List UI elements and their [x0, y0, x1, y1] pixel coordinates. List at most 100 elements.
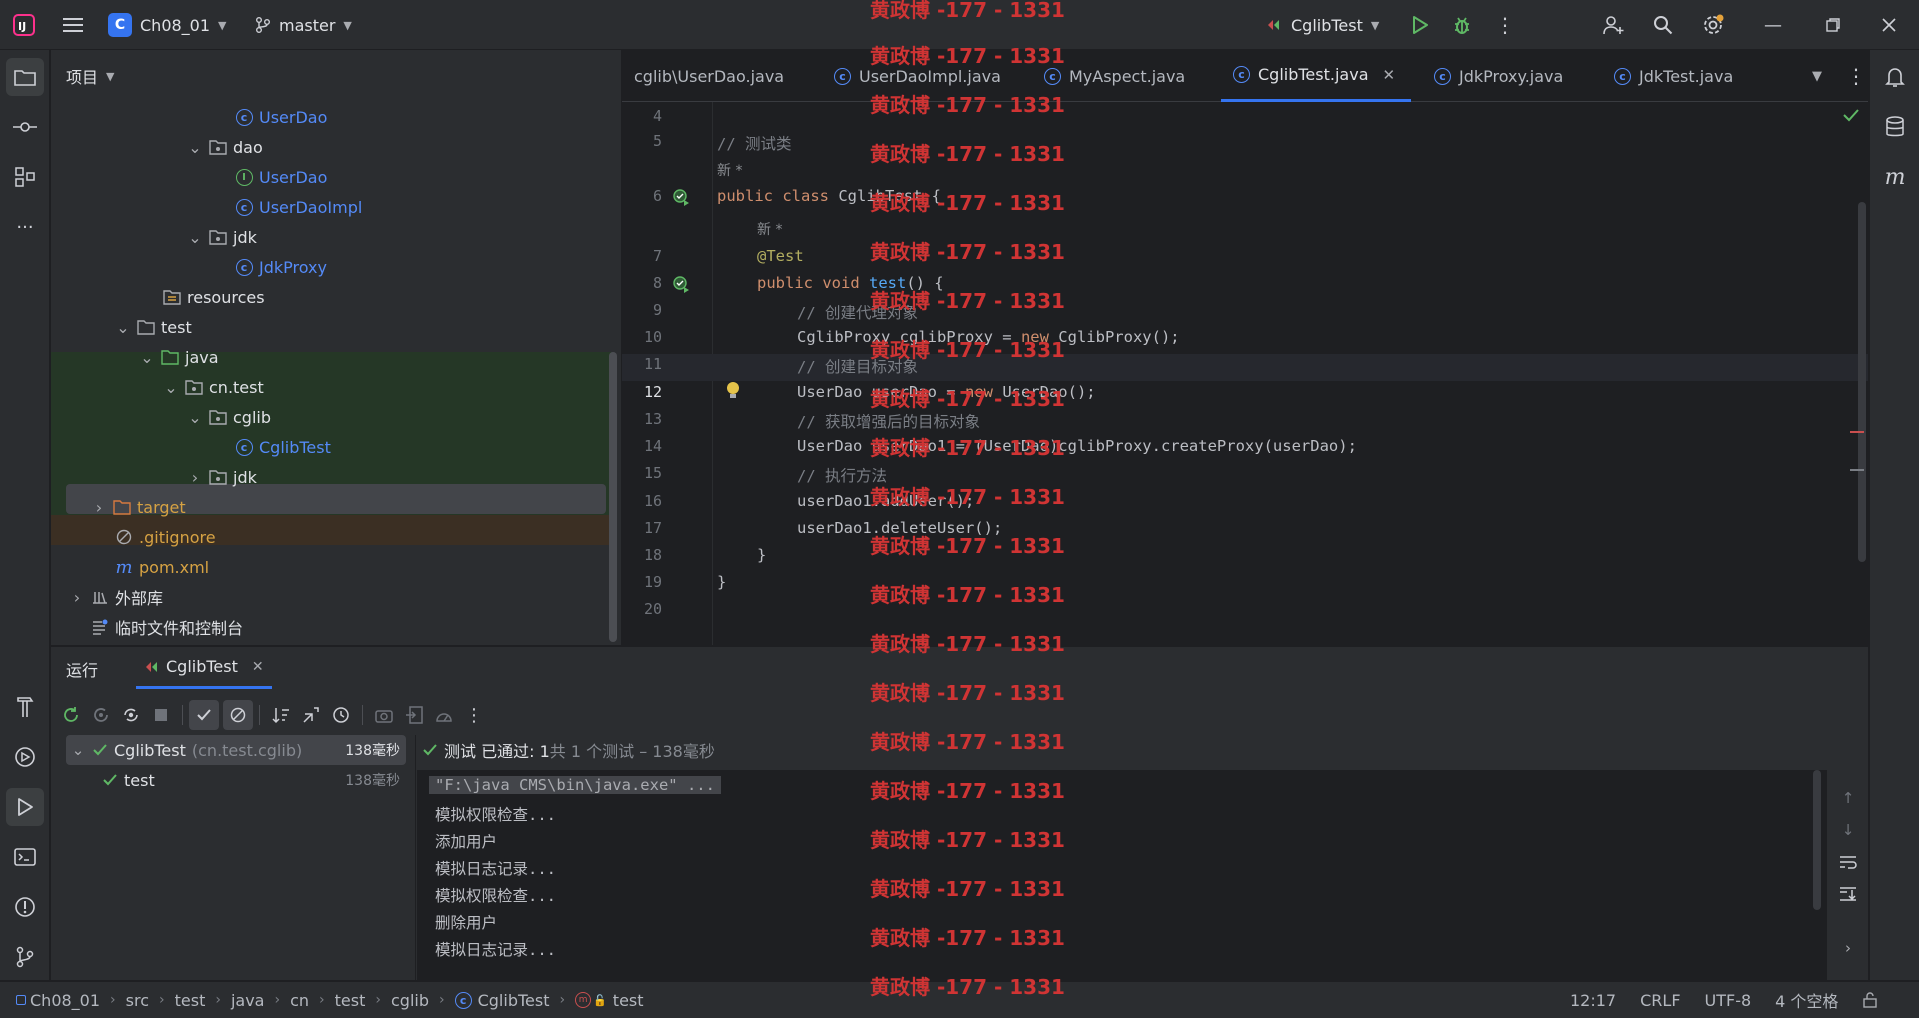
coverage-icon[interactable]	[429, 700, 459, 730]
commit-tool-icon[interactable]	[6, 108, 44, 146]
rerun-icon[interactable]	[56, 700, 86, 730]
close-window-icon[interactable]	[1876, 12, 1902, 38]
database-icon[interactable]	[1876, 108, 1914, 146]
run-icon[interactable]	[1407, 12, 1433, 38]
tree-row-target[interactable]: › target	[51, 492, 619, 522]
error-stripe-mark[interactable]	[1850, 431, 1864, 433]
caret-position[interactable]: 12:17	[1570, 991, 1616, 1010]
console-scrollbar[interactable]	[1813, 770, 1821, 910]
run-tool-icon[interactable]	[6, 788, 44, 826]
history-clock-icon[interactable]	[326, 700, 356, 730]
problems-icon[interactable]	[6, 888, 44, 926]
maven-m-icon[interactable]: m	[1876, 158, 1914, 196]
chevron-right-icon[interactable]: ›	[91, 498, 107, 517]
chevron-right-icon[interactable]: ›	[187, 468, 203, 487]
chevron-down-icon[interactable]: ⌄	[187, 228, 203, 247]
chevron-down-icon[interactable]: ⌄	[115, 318, 131, 337]
author-hint[interactable]: 新 *	[757, 219, 782, 239]
tree-row-resources[interactable]: resources	[51, 282, 619, 312]
more-actions-icon[interactable]: ⋮	[1492, 12, 1518, 38]
test-tree-row-test[interactable]: test 138毫秒	[66, 765, 406, 795]
breadcrumb-item[interactable]: test	[335, 991, 366, 1010]
scroll-to-end-icon[interactable]	[1835, 881, 1861, 907]
arrow-up-icon[interactable]: ↑	[1835, 785, 1861, 811]
run-test-method-gutter-icon[interactable]	[672, 275, 690, 293]
tree-row-jdk-test-package[interactable]: › jdk	[51, 462, 619, 492]
tree-row-external-libraries[interactable]: › 外部库	[51, 582, 619, 612]
structure-tool-icon[interactable]	[6, 158, 44, 196]
tree-row-jdkproxy[interactable]: c JdkProxy	[51, 252, 619, 282]
build-hammer-icon[interactable]	[6, 688, 44, 726]
tab-jdkproxy[interactable]: c JdkProxy.java	[1422, 50, 1575, 102]
breadcrumb-item[interactable]: src	[126, 991, 149, 1010]
breadcrumb-item[interactable]: test	[613, 991, 644, 1010]
tree-row-userdao-interface[interactable]: I UserDao	[51, 162, 619, 192]
terminal-icon[interactable]	[6, 838, 44, 876]
intellij-logo-icon[interactable]: IJ	[12, 13, 36, 37]
tree-row-cglibtest[interactable]: c CglibTest	[51, 432, 619, 462]
show-passed-check-icon[interactable]	[189, 700, 219, 730]
tab-cglib-userdao[interactable]: cglib\UserDao.java	[622, 50, 796, 102]
search-icon[interactable]	[1650, 12, 1676, 38]
chevron-right-icon[interactable]: ›	[1835, 935, 1861, 961]
tree-row-userdaoimpl[interactable]: c UserDaoImpl	[51, 192, 619, 222]
code-area[interactable]: 4 5 6 7 8 9 10 11 12 13 14 15 16 17 18 1…	[622, 102, 1868, 645]
branch-selector[interactable]: master ▼	[255, 10, 352, 40]
camera-icon[interactable]	[369, 700, 399, 730]
services-icon[interactable]	[6, 738, 44, 776]
tree-row-cglib-package[interactable]: ⌄ cglib	[51, 402, 619, 432]
author-hint[interactable]: 新 *	[717, 160, 742, 180]
show-ignored-icon[interactable]	[223, 700, 253, 730]
project-tool-folder-icon[interactable]	[6, 58, 44, 96]
breadcrumb-item[interactable]: cglib	[391, 991, 429, 1010]
close-tab-icon[interactable]: ✕	[252, 659, 264, 675]
editor-scrollbar[interactable]	[1858, 202, 1866, 562]
notifications-bell-icon[interactable]	[1876, 58, 1914, 96]
run-config-selector[interactable]: CglibTest ▼	[1265, 10, 1379, 40]
tree-row-gitignore[interactable]: .gitignore	[51, 522, 619, 552]
chevron-down-icon[interactable]: ⌄	[163, 378, 179, 397]
tab-list-chevron-icon[interactable]: ▼	[1800, 50, 1834, 102]
breadcrumb-item[interactable]: test	[175, 991, 206, 1010]
line-separator[interactable]: CRLF	[1640, 991, 1680, 1010]
import-icon[interactable]	[399, 700, 429, 730]
tree-row-pom[interactable]: m pom.xml	[51, 552, 619, 582]
breadcrumb-item[interactable]: CglibTest	[478, 991, 550, 1010]
read-only-lock-icon[interactable]	[1862, 992, 1878, 1008]
console-output[interactable]: "F:\java CMS\bin\java.exe" ... 模拟权限检查...…	[417, 770, 1827, 981]
tree-row-userdao-class[interactable]: c UserDao	[51, 102, 619, 132]
breadcrumb-item[interactable]: java	[231, 991, 265, 1010]
console-command-line[interactable]: "F:\java CMS\bin\java.exe" ...	[429, 776, 721, 794]
restore-icon[interactable]	[1820, 12, 1846, 38]
arrow-down-icon[interactable]: ↓	[1835, 817, 1861, 843]
chevron-down-icon[interactable]: ⌄	[139, 348, 155, 367]
tab-jdktest[interactable]: c JdkTest.java	[1602, 50, 1745, 102]
chevron-down-icon[interactable]: ⌄	[187, 408, 203, 427]
tree-row-cn-test-package[interactable]: ⌄ cn.test	[51, 372, 619, 402]
tree-row-scratches[interactable]: 临时文件和控制台	[51, 612, 619, 642]
minimize-icon[interactable]: —	[1760, 12, 1786, 38]
more-tools-icon[interactable]: ···	[6, 208, 44, 246]
stripe-mark[interactable]	[1850, 469, 1864, 471]
settings-gear-icon[interactable]	[1700, 12, 1726, 38]
tree-scrollbar[interactable]	[609, 352, 617, 642]
run-test-class-gutter-icon[interactable]	[672, 188, 690, 206]
more-actions-icon[interactable]: ⋮	[459, 700, 489, 730]
toggle-auto-test-icon[interactable]	[116, 700, 146, 730]
debug-icon[interactable]	[1449, 12, 1475, 38]
editor-more-icon[interactable]: ⋮	[1834, 50, 1878, 102]
add-user-icon[interactable]	[1600, 12, 1628, 38]
breadcrumb-item[interactable]: cn	[290, 991, 309, 1010]
sort-icon[interactable]	[266, 700, 296, 730]
file-encoding[interactable]: UTF-8	[1705, 991, 1752, 1010]
breadcrumb-item[interactable]: Ch08_01	[30, 991, 100, 1010]
lightbulb-icon[interactable]	[726, 381, 740, 401]
tab-myaspect[interactable]: c MyAspect.java	[1032, 50, 1197, 102]
tab-cglibtest-active[interactable]: c CglibTest.java ✕	[1221, 50, 1411, 102]
indent-setting[interactable]: 4 个空格	[1775, 988, 1838, 1012]
tree-row-java-test-root[interactable]: ⌄ java	[51, 342, 619, 372]
tab-run-cglibtest[interactable]: CglibTest ✕	[136, 647, 272, 689]
stop-icon[interactable]	[146, 700, 176, 730]
git-icon[interactable]	[6, 938, 44, 976]
rerun-failed-icon[interactable]	[86, 700, 116, 730]
